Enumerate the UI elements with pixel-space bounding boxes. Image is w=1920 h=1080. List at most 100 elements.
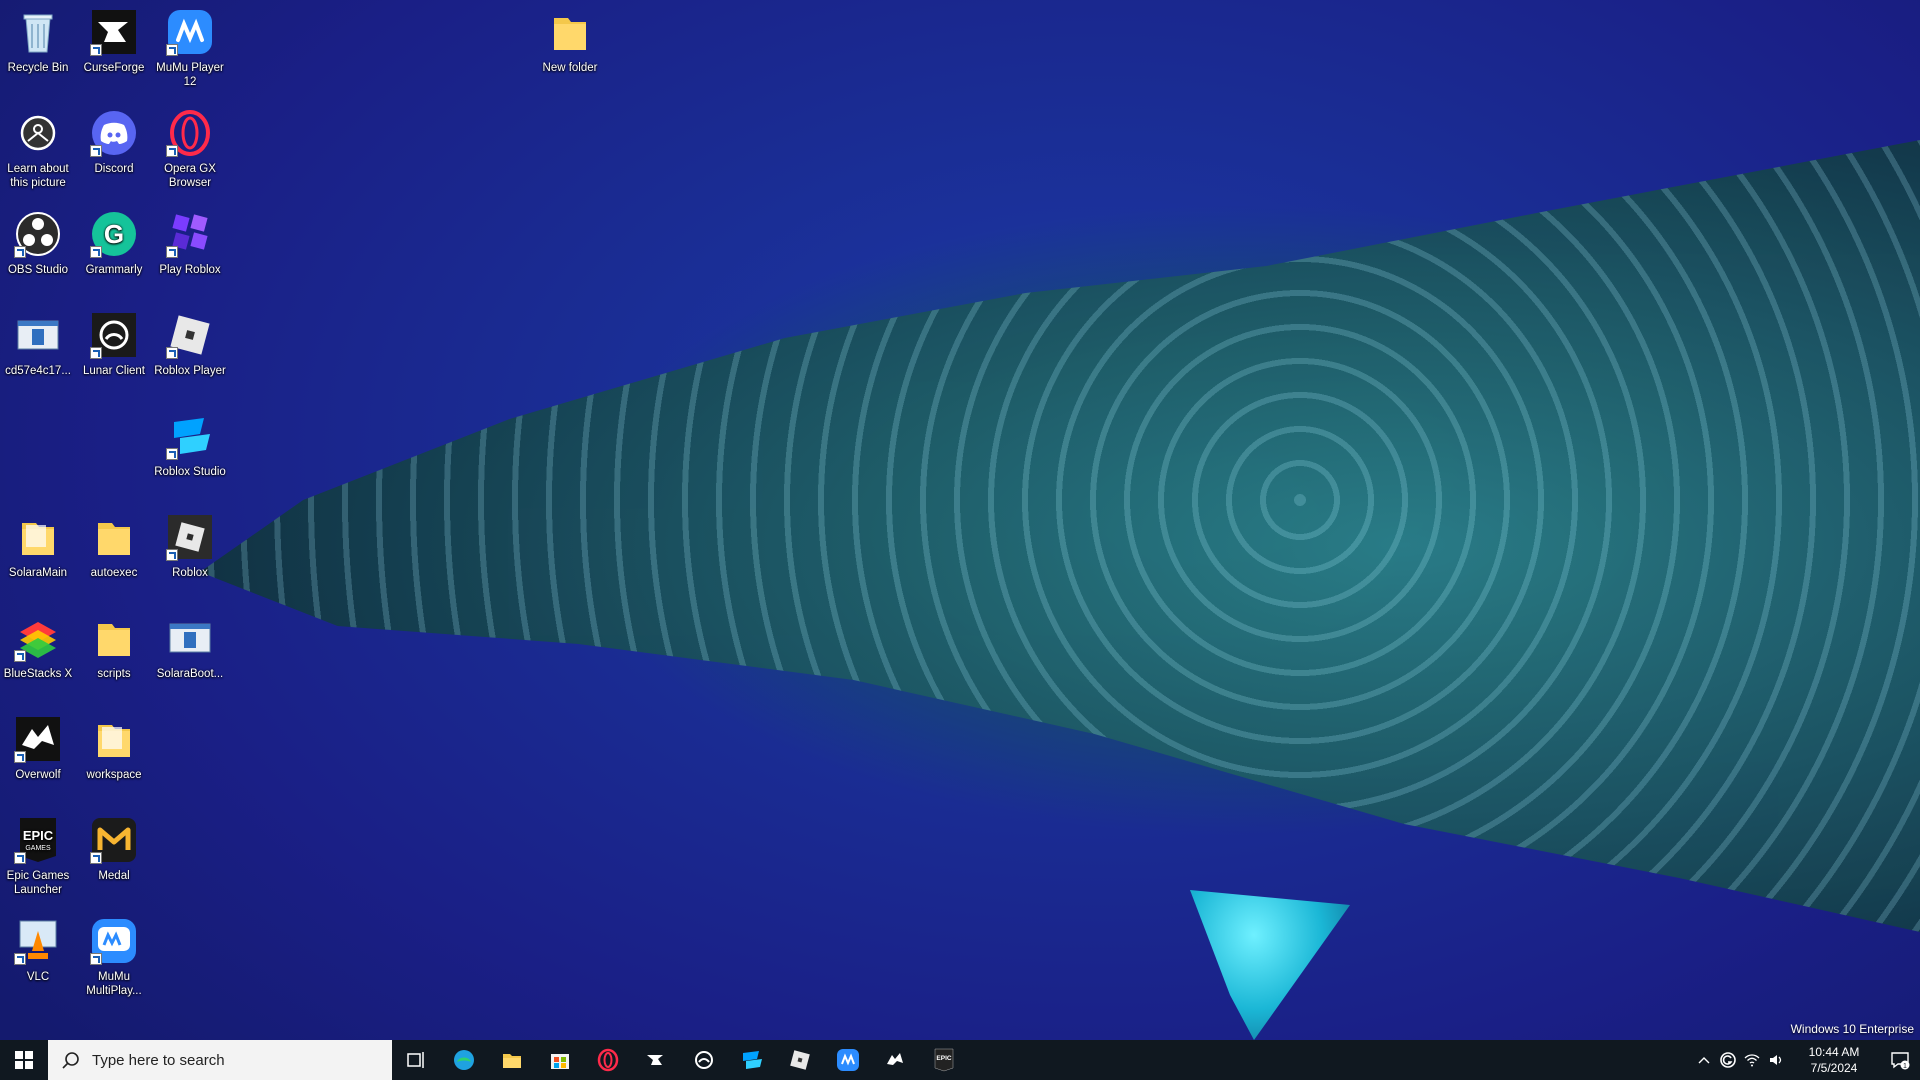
desktop-icon-curseforge[interactable]: CurseForge: [76, 8, 152, 75]
camera-info-icon: [14, 109, 62, 157]
network-wifi-icon[interactable]: [1740, 1040, 1764, 1080]
opera-gx-icon: [166, 109, 214, 157]
desktop-icon-solaramain[interactable]: SolaraMain: [0, 513, 76, 580]
windows-edition-watermark: Windows 10 Enterprise: [1790, 1022, 1914, 1036]
svg-text:GAMES: GAMES: [25, 845, 51, 852]
svg-text:G: G: [104, 219, 124, 249]
taskbar-curseforge[interactable]: [632, 1040, 680, 1080]
desktop-icon-cd57[interactable]: cd57e4c17...: [0, 311, 76, 378]
taskbar-task-view[interactable]: [392, 1040, 440, 1080]
curseforge-icon: [647, 1055, 663, 1065]
vlc-icon: [14, 917, 62, 965]
taskbar-file-explorer[interactable]: [488, 1040, 536, 1080]
epic-games-icon: EPIC GAMES: [14, 816, 62, 864]
roblox-player-icon: [166, 311, 214, 359]
grammarly-icon: G: [90, 210, 138, 258]
task-view-icon: [407, 1052, 424, 1068]
roblox-play-icon: [166, 210, 214, 258]
curseforge-icon: [90, 8, 138, 56]
taskbar-lunar-client[interactable]: [680, 1040, 728, 1080]
overwolf-icon: [14, 715, 62, 763]
clock-time: 10:44 AM: [1808, 1045, 1860, 1059]
search-placeholder: Type here to search: [92, 1051, 225, 1069]
desktop-icon-roblox-studio[interactable]: Roblox Studio: [152, 412, 228, 479]
taskbar-roblox-studio[interactable]: [728, 1040, 776, 1080]
desktop-icon-learn-picture[interactable]: Learn about this picture: [0, 109, 76, 190]
desktop-icon-medal[interactable]: Medal: [76, 816, 152, 883]
desktop-icon-workspace[interactable]: workspace: [76, 715, 152, 782]
svg-text:EPIC: EPIC: [23, 828, 54, 843]
taskbar-microsoft-store[interactable]: [536, 1040, 584, 1080]
roblox-player-icon: [790, 1050, 810, 1070]
mumu-icon: [837, 1049, 859, 1071]
action-center-button[interactable]: 1: [1880, 1040, 1920, 1080]
wallpaper-whale: [200, 140, 1920, 932]
desktop-icon-bluestacks[interactable]: BlueStacks X: [0, 614, 76, 681]
desktop-icon-new-folder[interactable]: New folder: [532, 8, 608, 75]
epic-games-icon: EPIC: [934, 1048, 954, 1072]
taskbar-opera-gx[interactable]: [584, 1040, 632, 1080]
desktop-icon-scripts[interactable]: scripts: [76, 614, 152, 681]
mumu-multiplayer-icon: [90, 917, 138, 965]
taskbar-overwolf[interactable]: [872, 1040, 920, 1080]
desktop-icon-discord[interactable]: Discord: [76, 109, 152, 176]
taskbar-roblox-player[interactable]: [776, 1040, 824, 1080]
folder-icon: [90, 715, 138, 763]
mumu-icon: [166, 8, 214, 56]
desktop-icon-roblox-player[interactable]: Roblox Player: [152, 311, 228, 378]
desktop-icon-play-roblox[interactable]: Play Roblox: [152, 210, 228, 277]
svg-text:EPIC: EPIC: [936, 1055, 951, 1062]
roblox-icon: [166, 513, 214, 561]
desktop-icon-solaraboot[interactable]: SolaraBoot...: [152, 614, 228, 681]
lunar-client-icon: [695, 1051, 713, 1069]
medal-icon: [90, 816, 138, 864]
desktop-icon-mumu-player[interactable]: MuMu Player 12: [152, 8, 228, 89]
notification-icon: 1: [1891, 1052, 1910, 1070]
clock-date: 7/5/2024: [1810, 1061, 1858, 1075]
window-app-icon: [14, 311, 62, 359]
taskbar-edge[interactable]: [440, 1040, 488, 1080]
desktop-icon-epic-games[interactable]: EPIC GAMES Epic Games Launcher: [0, 816, 76, 897]
edge-icon: [454, 1050, 474, 1070]
desktop-icon-grammarly[interactable]: G Grammarly: [76, 210, 152, 277]
start-button[interactable]: [0, 1040, 48, 1080]
recycle-bin-icon: [14, 8, 62, 56]
desktop-icon-autoexec[interactable]: autoexec: [76, 513, 152, 580]
tray-overflow-chevron-up-icon[interactable]: [1692, 1040, 1716, 1080]
lunar-client-icon: [90, 311, 138, 359]
taskbar-clock[interactable]: 10:44 AM 7/5/2024: [1794, 1044, 1874, 1076]
search-icon: [62, 1052, 79, 1069]
windows-logo-icon: [15, 1051, 33, 1069]
file-explorer-icon: [503, 1054, 521, 1068]
roblox-studio-icon: [743, 1051, 762, 1069]
system-tray: 10:44 AM 7/5/2024 1: [1692, 1040, 1920, 1080]
discord-icon: [90, 109, 138, 157]
obs-icon: [14, 210, 62, 258]
taskbar-search-input[interactable]: Type here to search: [48, 1040, 392, 1080]
overwolf-icon: [887, 1053, 903, 1065]
bluestacks-icon: [14, 614, 62, 662]
desktop-icon-lunar-client[interactable]: Lunar Client: [76, 311, 152, 378]
desktop-icon-overwolf[interactable]: Overwolf: [0, 715, 76, 782]
wallpaper-fin: [1190, 890, 1350, 1040]
opera-gx-icon: [597, 1048, 619, 1072]
store-icon: [551, 1054, 569, 1069]
desktop-icon-mumu-multiplayer[interactable]: MuMu MultiPlay...: [76, 917, 152, 998]
tray-grammarly-icon[interactable]: [1716, 1040, 1740, 1080]
desktop-icon-roblox[interactable]: Roblox: [152, 513, 228, 580]
folder-icon: [90, 614, 138, 662]
folder-icon: [546, 8, 594, 56]
desktop-icon-obs[interactable]: OBS Studio: [0, 210, 76, 277]
desktop-icon-vlc[interactable]: VLC: [0, 917, 76, 984]
desktop-icon-recycle-bin[interactable]: Recycle Bin: [0, 8, 76, 75]
taskbar-mumu-player[interactable]: [824, 1040, 872, 1080]
notification-count: 1: [1903, 1063, 1907, 1070]
roblox-studio-icon: [166, 412, 214, 460]
taskbar: Type here to search EPIC 10:44 AM 7/5/20…: [0, 1040, 1920, 1080]
taskbar-epic-games[interactable]: EPIC: [920, 1040, 968, 1080]
folder-icon: [90, 513, 138, 561]
desktop-icon-opera-gx[interactable]: Opera GX Browser: [152, 109, 228, 190]
folder-icon: [14, 513, 62, 561]
volume-speaker-icon[interactable]: [1764, 1040, 1788, 1080]
window-app-icon: [166, 614, 214, 662]
